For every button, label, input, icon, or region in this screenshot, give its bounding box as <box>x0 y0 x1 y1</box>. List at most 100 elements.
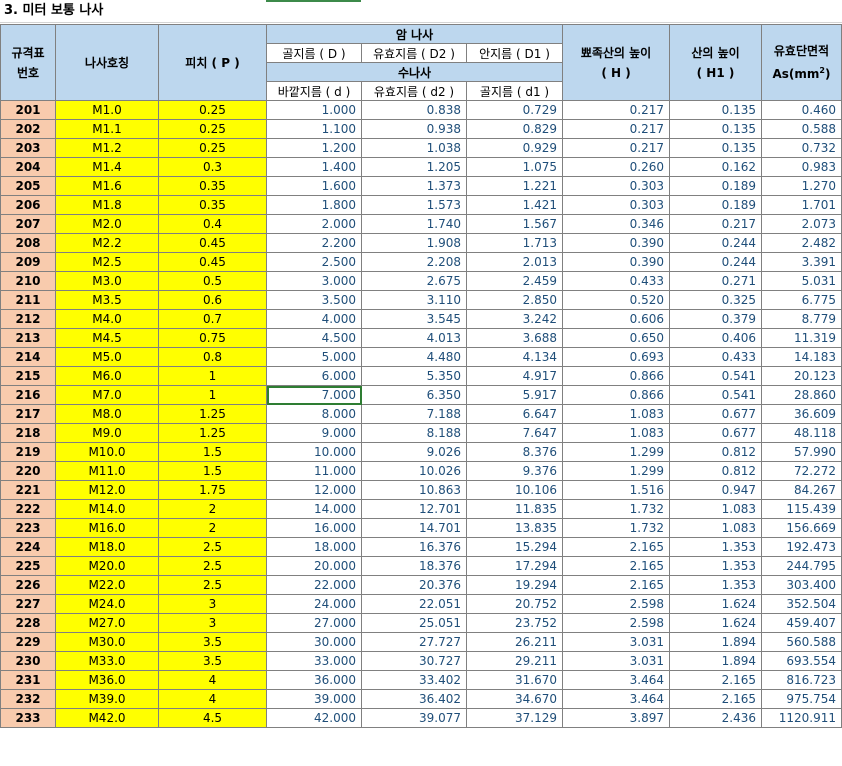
spec-no-cell[interactable]: 223 <box>0 518 56 538</box>
table-row[interactable]: 227 M24.0 3 24.000 22.051 20.752 2.598 1.624 352… <box>0 594 842 614</box>
table-row[interactable]: 204 M1.4 0.3 1.400 1.205 1.075 0.260 0.162 0.983 <box>0 157 842 177</box>
pitch-cell[interactable]: 3.5 <box>158 632 267 652</box>
thread-height-cell[interactable]: 0.541 <box>669 366 762 386</box>
pitch-cell[interactable]: 2.5 <box>158 537 267 557</box>
pitch-dia-cell[interactable]: 4.480 <box>361 347 467 367</box>
minor-dia-cell[interactable]: 1.221 <box>466 176 563 196</box>
table-row[interactable]: 225 M20.0 2.5 20.000 18.376 17.294 2.165 1.353 2… <box>0 556 842 576</box>
area-cell[interactable]: 28.860 <box>761 385 842 405</box>
name-cell[interactable]: M9.0 <box>55 423 159 443</box>
name-cell[interactable]: M39.0 <box>55 689 159 709</box>
table-row[interactable]: 222 M14.0 2 14.000 12.701 11.835 1.732 1.083 115… <box>0 499 842 519</box>
minor-dia-cell[interactable]: 1.567 <box>466 214 563 234</box>
spec-no-cell[interactable]: 211 <box>0 290 56 310</box>
pitch-cell[interactable]: 1.5 <box>158 442 267 462</box>
spec-no-cell[interactable]: 213 <box>0 328 56 348</box>
major-dia-cell[interactable]: 9.000 <box>266 423 362 443</box>
minor-dia-cell[interactable]: 4.134 <box>466 347 563 367</box>
minor-dia-cell[interactable]: 4.917 <box>466 366 563 386</box>
table-row[interactable]: 233 M42.0 4.5 42.000 39.077 37.129 3.897 2.436 1… <box>0 708 842 728</box>
thread-height-cell[interactable]: 0.406 <box>669 328 762 348</box>
spec-no-cell[interactable]: 201 <box>0 100 56 120</box>
name-cell[interactable]: M2.0 <box>55 214 159 234</box>
area-cell[interactable]: 6.775 <box>761 290 842 310</box>
name-cell[interactable]: M2.2 <box>55 233 159 253</box>
major-dia-cell[interactable]: 2.200 <box>266 233 362 253</box>
major-dia-cell[interactable]: 36.000 <box>266 670 362 690</box>
area-cell[interactable]: 14.183 <box>761 347 842 367</box>
table-row[interactable]: 226 M22.0 2.5 22.000 20.376 19.294 2.165 1.353 3… <box>0 575 842 595</box>
major-dia-cell[interactable]: 33.000 <box>266 651 362 671</box>
major-dia-cell[interactable]: 18.000 <box>266 537 362 557</box>
header-area[interactable]: 유효단면적 As(mm2) <box>761 24 842 101</box>
peak-height-cell[interactable]: 0.217 <box>562 100 670 120</box>
peak-height-cell[interactable]: 1.083 <box>562 404 670 424</box>
peak-height-cell[interactable]: 0.520 <box>562 290 670 310</box>
pitch-dia-cell[interactable]: 8.188 <box>361 423 467 443</box>
thread-height-cell[interactable]: 0.162 <box>669 157 762 177</box>
table-row[interactable]: 208 M2.2 0.45 2.200 1.908 1.713 0.390 0.244 2.48… <box>0 233 842 253</box>
table-row[interactable]: 201 M1.0 0.25 1.000 0.838 0.729 0.217 0.135 0.46… <box>0 100 842 120</box>
major-dia-cell[interactable]: 8.000 <box>266 404 362 424</box>
pitch-dia-cell[interactable]: 5.350 <box>361 366 467 386</box>
pitch-cell[interactable]: 4 <box>158 670 267 690</box>
area-cell[interactable]: 975.754 <box>761 689 842 709</box>
header-name[interactable]: 나사호칭 <box>55 24 159 101</box>
thread-height-cell[interactable]: 1.894 <box>669 651 762 671</box>
table-row[interactable]: 232 M39.0 4 39.000 36.402 34.670 3.464 2.165 975… <box>0 689 842 709</box>
pitch-dia-cell[interactable]: 1.038 <box>361 138 467 158</box>
header-male-pitch[interactable]: 유효지름 ( d2 ) <box>361 81 467 101</box>
major-dia-cell[interactable]: 22.000 <box>266 575 362 595</box>
major-dia-cell[interactable]: 20.000 <box>266 556 362 576</box>
minor-dia-cell[interactable]: 1.075 <box>466 157 563 177</box>
minor-dia-cell[interactable]: 7.647 <box>466 423 563 443</box>
name-cell[interactable]: M12.0 <box>55 480 159 500</box>
pitch-dia-cell[interactable]: 1.205 <box>361 157 467 177</box>
pitch-cell[interactable]: 1.5 <box>158 461 267 481</box>
peak-height-cell[interactable]: 0.346 <box>562 214 670 234</box>
area-cell[interactable]: 156.669 <box>761 518 842 538</box>
peak-height-cell[interactable]: 1.299 <box>562 442 670 462</box>
spec-no-cell[interactable]: 224 <box>0 537 56 557</box>
minor-dia-cell[interactable]: 1.713 <box>466 233 563 253</box>
pitch-cell[interactable]: 0.6 <box>158 290 267 310</box>
major-dia-cell[interactable]: 14.000 <box>266 499 362 519</box>
area-cell[interactable]: 459.407 <box>761 613 842 633</box>
table-row[interactable]: 228 M27.0 3 27.000 25.051 23.752 2.598 1.624 459… <box>0 613 842 633</box>
peak-height-cell[interactable]: 3.031 <box>562 632 670 652</box>
header-female-minor[interactable]: 안지름 ( D1 ) <box>466 43 563 63</box>
minor-dia-cell[interactable]: 1.421 <box>466 195 563 215</box>
peak-height-cell[interactable]: 0.606 <box>562 309 670 329</box>
peak-height-cell[interactable]: 2.165 <box>562 537 670 557</box>
name-cell[interactable]: M3.0 <box>55 271 159 291</box>
peak-height-cell[interactable]: 1.299 <box>562 461 670 481</box>
pitch-dia-cell[interactable]: 0.838 <box>361 100 467 120</box>
table-row[interactable]: 211 M3.5 0.6 3.500 3.110 2.850 0.520 0.325 6.775 <box>0 290 842 310</box>
spec-no-cell[interactable]: 226 <box>0 575 56 595</box>
minor-dia-cell[interactable]: 37.129 <box>466 708 563 728</box>
minor-dia-cell[interactable]: 19.294 <box>466 575 563 595</box>
area-cell[interactable]: 0.460 <box>761 100 842 120</box>
minor-dia-cell[interactable]: 10.106 <box>466 480 563 500</box>
spec-no-cell[interactable]: 231 <box>0 670 56 690</box>
thread-height-cell[interactable]: 0.244 <box>669 252 762 272</box>
pitch-cell[interactable]: 4.5 <box>158 708 267 728</box>
spec-no-cell[interactable]: 221 <box>0 480 56 500</box>
name-cell[interactable]: M1.6 <box>55 176 159 196</box>
thread-height-cell[interactable]: 0.217 <box>669 214 762 234</box>
major-dia-cell[interactable]: 12.000 <box>266 480 362 500</box>
area-cell[interactable]: 3.391 <box>761 252 842 272</box>
thread-height-cell[interactable]: 0.271 <box>669 271 762 291</box>
peak-height-cell[interactable]: 2.598 <box>562 594 670 614</box>
major-dia-cell[interactable]: 1.100 <box>266 119 362 139</box>
table-row[interactable]: 216 M7.0 1 7.000 6.350 5.917 0.866 0.541 28.860 <box>0 385 842 405</box>
name-cell[interactable]: M22.0 <box>55 575 159 595</box>
header-female-pitch[interactable]: 유효지름 ( D2 ) <box>361 43 467 63</box>
spec-no-cell[interactable]: 204 <box>0 157 56 177</box>
thread-height-cell[interactable]: 2.436 <box>669 708 762 728</box>
spec-no-cell[interactable]: 232 <box>0 689 56 709</box>
pitch-cell[interactable]: 0.45 <box>158 252 267 272</box>
area-cell[interactable]: 20.123 <box>761 366 842 386</box>
major-dia-cell[interactable]: 1.800 <box>266 195 362 215</box>
pitch-dia-cell[interactable]: 1.573 <box>361 195 467 215</box>
